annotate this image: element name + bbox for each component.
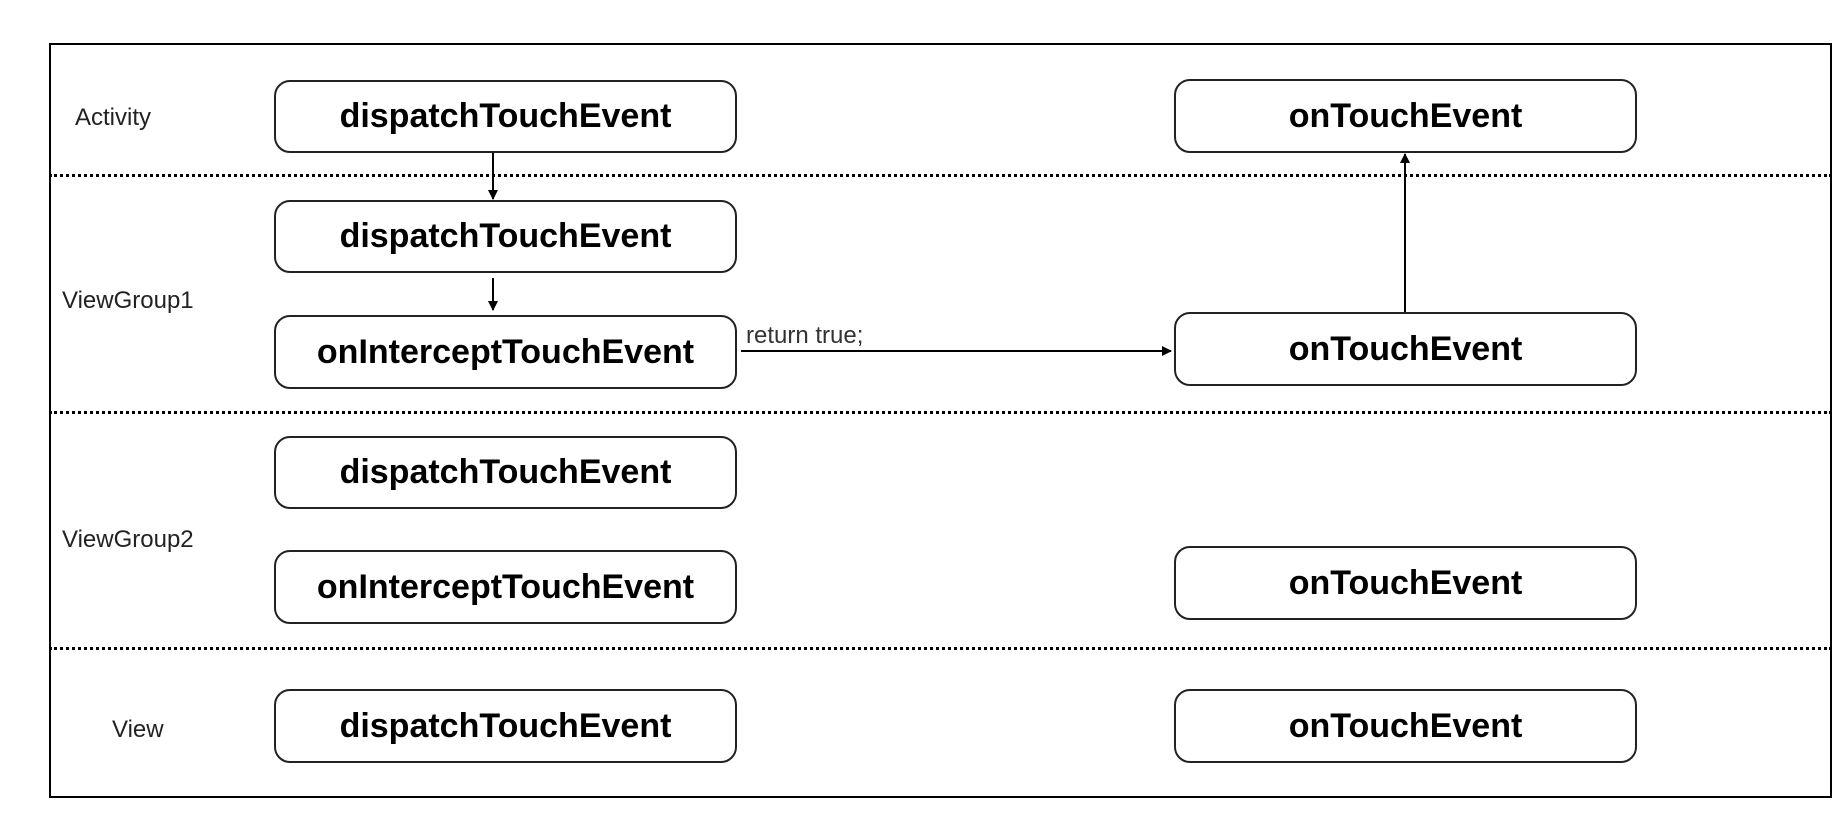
flow-arrows [488,153,1410,356]
